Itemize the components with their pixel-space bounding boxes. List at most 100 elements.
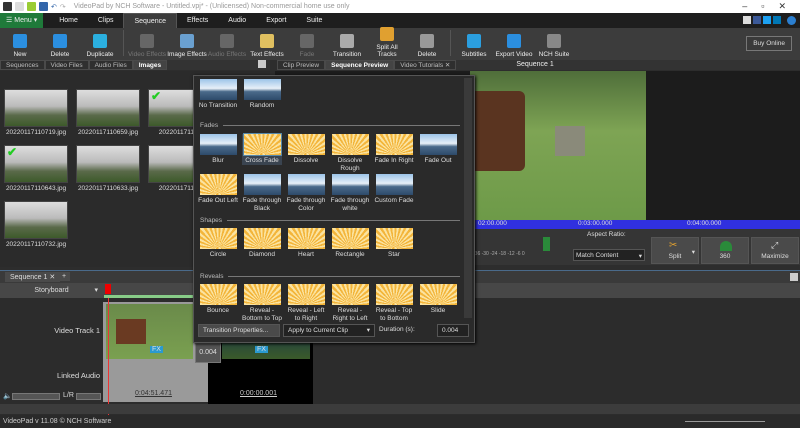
transition-custom-fade[interactable]: Custom Fade (374, 174, 414, 205)
transition-diamond[interactable]: Diamond (242, 228, 282, 259)
transition-fade-through-black[interactable]: Fade through Black (242, 174, 282, 213)
tab-audio-files[interactable]: Audio Files (88, 60, 133, 70)
aspect-ratio-select[interactable]: Match Content ▾ (573, 249, 645, 261)
toolbar-button-transition[interactable]: Transition (327, 34, 367, 58)
transition-heart[interactable]: Heart (286, 228, 326, 259)
help-icon[interactable] (787, 16, 796, 25)
toolbar-button-audio-effects[interactable]: Audio Effects (207, 34, 247, 58)
transition-fade-out-left[interactable]: Fade Out Left (198, 174, 238, 205)
transition-cross-fade[interactable]: Cross Fade (242, 133, 282, 165)
toolbar-button-new[interactable]: New (0, 34, 40, 58)
tab-sequence-1[interactable]: Sequence 1 ✕ (5, 272, 61, 282)
tab-suite[interactable]: Suite (296, 13, 332, 28)
toolbar-button-export-video[interactable]: Export Video (494, 34, 534, 58)
maximize-button[interactable]: ⤢ Maximize (751, 237, 799, 264)
transition-reveal-bottom-to-top[interactable]: Reveal - Bottom to Top (242, 284, 282, 323)
menu-button[interactable]: ☰ Menu ▾ (0, 13, 44, 28)
image-thumbnail[interactable]: 20220117110732.jpg (4, 201, 68, 253)
tab-images[interactable]: Images (132, 60, 168, 70)
toolbar-button-video-effects[interactable]: Video Effects (127, 34, 167, 58)
volume-slider[interactable] (12, 393, 60, 400)
transition-slide[interactable]: Slide (418, 284, 458, 315)
undock-icon[interactable] (258, 60, 266, 68)
toolbar-button-text-effects[interactable]: Text Effects (247, 34, 287, 58)
transition-star[interactable]: Star (374, 228, 414, 259)
image-thumbnail[interactable]: 20220117110719.jpg (4, 89, 68, 141)
transition-bounce[interactable]: Bounce (198, 284, 238, 315)
redo-icon[interactable]: ↷ (60, 3, 66, 11)
split-button[interactable]: ✂ Split ▾ (651, 237, 699, 264)
transition-duration-box[interactable]: 0.004 (195, 343, 221, 363)
close-icon[interactable]: ✕ (445, 62, 450, 69)
close-icon[interactable]: ✕ (49, 274, 55, 281)
image-thumbnail[interactable]: 20220117110659.jpg (76, 89, 140, 141)
tab-effects[interactable]: Effects (177, 13, 218, 28)
video-effects-icon (140, 34, 154, 48)
transition-no-transition[interactable]: No Transition (198, 79, 238, 110)
save-icon[interactable] (39, 2, 48, 11)
transition-fade-in-right[interactable]: Fade In Right (374, 134, 414, 165)
tab-audio[interactable]: Audio (218, 13, 256, 28)
add-sequence-button[interactable]: + (58, 272, 71, 281)
fx-badge[interactable]: FX (255, 346, 268, 353)
twitter-icon[interactable] (763, 16, 771, 24)
clip-2-duration: 0:00:00.001 (240, 390, 277, 397)
zoom-slider[interactable] (685, 421, 765, 422)
like-icon[interactable] (743, 16, 751, 24)
tab-sequences[interactable]: Sequences (0, 60, 45, 70)
transition-reveal-right-to-left[interactable]: Reveal - Right to Left (330, 284, 370, 323)
image-thumbnail[interactable]: ✔ 20220117110643.jpg (4, 145, 68, 197)
toolbar-button-subtitles[interactable]: Subtitles (454, 34, 494, 58)
toolbar-button-delete[interactable]: Delete (40, 34, 80, 58)
transition-dissolve-rough[interactable]: Dissolve Rough (330, 134, 370, 173)
tab-home[interactable]: Home (49, 13, 88, 28)
facebook-icon[interactable] (753, 16, 761, 24)
image-thumbnail[interactable]: 20220117110633.jpg (76, 145, 140, 197)
transition-rectangle[interactable]: Rectangle (330, 228, 370, 259)
duration-input[interactable]: 0.004 (437, 324, 469, 337)
transition-blur[interactable]: Blur (198, 134, 238, 165)
tab-video-tutorials[interactable]: Video Tutorials ✕ (394, 60, 457, 70)
toolbar-button-fade[interactable]: Fade (287, 34, 327, 58)
transition-label: Reveal - Bottom to Top (242, 307, 282, 322)
transition-random[interactable]: Random (242, 79, 282, 110)
linkedin-icon[interactable] (773, 16, 781, 24)
window-controls[interactable]: –▫✕ (742, 1, 800, 12)
360-button[interactable]: 360 (701, 237, 749, 264)
playhead-handle[interactable] (105, 284, 111, 294)
transition-fade-out[interactable]: Fade Out (418, 134, 458, 165)
toolbar-button-duplicate[interactable]: Duplicate (80, 34, 120, 58)
tab-video-files[interactable]: Video Files (44, 60, 89, 70)
toolbar-button-split-all-tracks[interactable]: Split All Tracks (367, 27, 407, 58)
tab-export[interactable]: Export (256, 13, 296, 28)
chevron-down-icon: ▾ (638, 253, 642, 260)
tab-sequence[interactable]: Sequence (123, 13, 177, 28)
toolbar-button-delete[interactable]: Delete (407, 34, 447, 58)
transition-reveal-left-to-right[interactable]: Reveal - Left to Right (286, 284, 326, 323)
transition-circle[interactable]: Circle (198, 228, 238, 259)
transition-reveal-top-to-bottom[interactable]: Reveal - Top to Bottom (374, 284, 414, 323)
toolbar-button-image-effects[interactable]: Image Effects (167, 34, 207, 58)
image-filename: 20220117110659.jpg (77, 129, 139, 136)
transition-dissolve[interactable]: Dissolve (286, 134, 326, 165)
transition-properties-button[interactable]: Transition Properties... (198, 324, 280, 337)
pan-slider[interactable] (76, 393, 101, 400)
transition-fade-through-color[interactable]: Fade through Color (286, 174, 326, 213)
horizontal-scrollbar[interactable] (0, 404, 800, 414)
open-folder-icon[interactable] (27, 2, 36, 11)
buy-online-button[interactable]: Buy Online (746, 36, 792, 51)
tab-clips[interactable]: Clips (88, 13, 124, 28)
undock-icon[interactable] (790, 273, 798, 281)
tab-sequence-preview[interactable]: Sequence Preview (325, 60, 395, 70)
storyboard-dropdown[interactable]: Storyboard ▾ (0, 283, 103, 298)
tab-clip-preview[interactable]: Clip Preview (277, 60, 326, 70)
toolbar-button-nch-suite[interactable]: NCH Suite (534, 34, 574, 58)
apply-to-select[interactable]: Apply to Current Clip ▾ (283, 324, 375, 337)
chevron-down-icon[interactable]: ▾ (692, 248, 695, 256)
vertical-scrollbar[interactable] (464, 78, 472, 318)
new-file-icon[interactable] (15, 2, 24, 11)
undo-icon[interactable]: ↶ (51, 3, 57, 11)
transition-preview (287, 174, 325, 195)
transition-fade-through-white[interactable]: Fade through white (330, 174, 370, 213)
fx-badge[interactable]: FX (150, 346, 163, 353)
